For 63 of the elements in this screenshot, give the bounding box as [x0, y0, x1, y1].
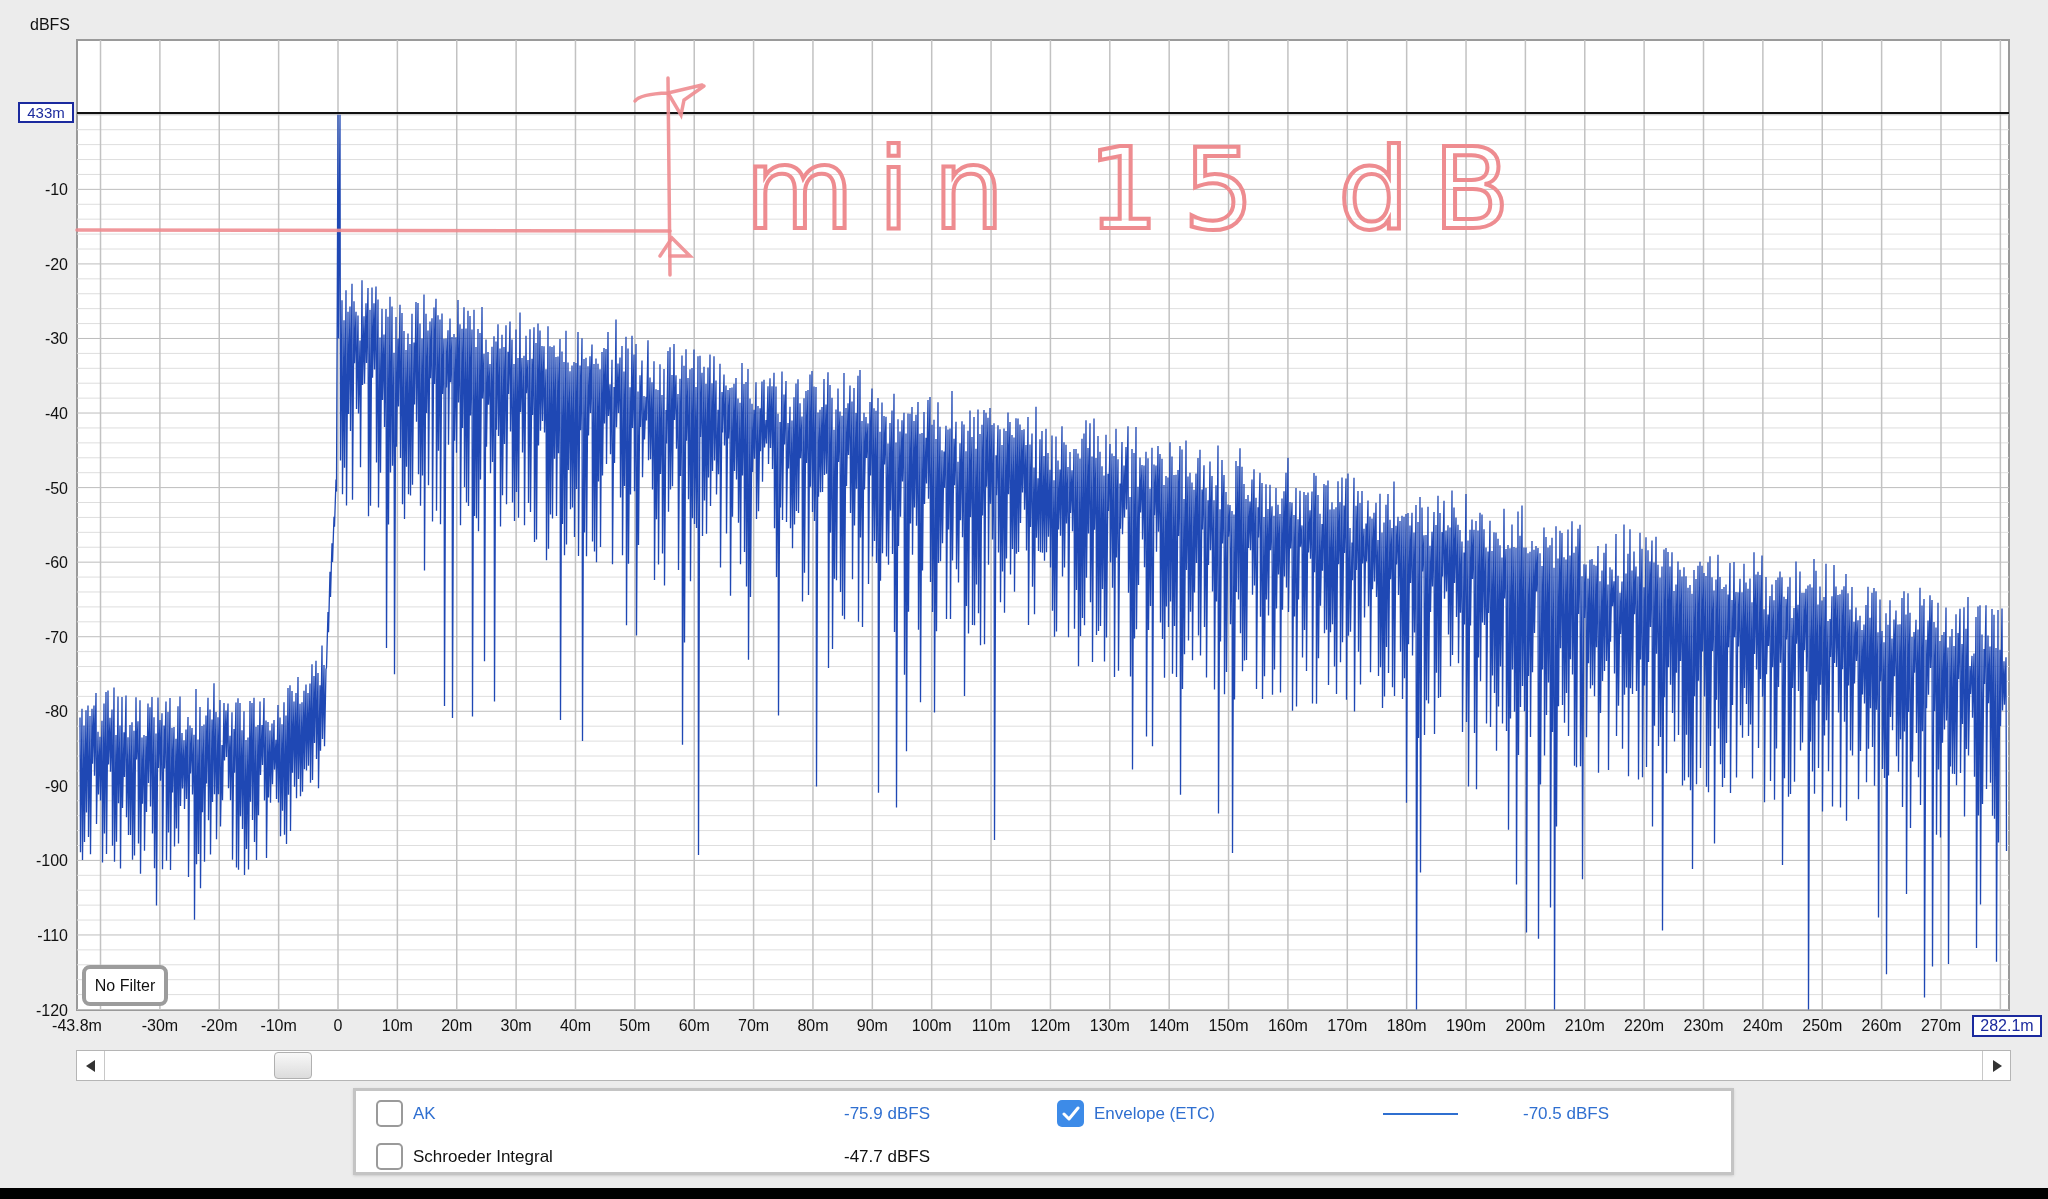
- checkbox[interactable]: [376, 1100, 403, 1127]
- axis-label: -30m: [141, 1017, 179, 1034]
- right-arrow-icon[interactable]: [1991, 1059, 2002, 1072]
- axis-label: -20m: [201, 1017, 238, 1034]
- axis-label: 10m: [381, 1017, 413, 1034]
- axis-label: -80: [44, 703, 68, 721]
- axis-label: 150m: [1208, 1017, 1249, 1034]
- axis-label: -20: [44, 255, 68, 273]
- axis-label: 20m: [441, 1017, 473, 1034]
- axis-label: 50m: [619, 1017, 651, 1034]
- trace-label: Schroeder Integral: [413, 1145, 553, 1168]
- handwritten-note: min 15 dB: [745, 124, 1534, 254]
- axis-label: -30: [44, 330, 68, 348]
- axis-label: 0: [333, 1017, 343, 1034]
- trace-label: AK: [413, 1102, 436, 1125]
- axis-label: 30m: [500, 1017, 532, 1034]
- cursor-value-label: 433m: [18, 102, 74, 123]
- axis-label: -70: [44, 628, 68, 646]
- checkbox[interactable]: [376, 1143, 403, 1170]
- axis-title: dBFS: [30, 16, 70, 33]
- axis-label: 190m: [1446, 1017, 1487, 1034]
- axis-label: -120: [35, 1001, 68, 1019]
- axis-label: 80m: [797, 1017, 829, 1034]
- axis-label: -100: [35, 852, 68, 870]
- axis-label: 60m: [678, 1017, 710, 1034]
- axis-label: -110: [37, 926, 68, 944]
- axis-label: -10m: [260, 1017, 297, 1034]
- axis-label: 40m: [559, 1017, 592, 1034]
- axis-label: 260m: [1861, 1017, 1902, 1034]
- axis-label: 210m: [1564, 1017, 1605, 1034]
- axis-label: 110m: [971, 1017, 1011, 1034]
- check-icon: [1061, 1105, 1080, 1122]
- axis-label: 180m: [1386, 1017, 1427, 1034]
- axis-label: -60: [44, 554, 68, 572]
- left-arrow-icon[interactable]: [85, 1059, 96, 1072]
- axis-label: 240m: [1742, 1017, 1783, 1034]
- axis-label: 170m: [1327, 1017, 1368, 1034]
- axis-label: 120m: [1030, 1017, 1071, 1034]
- trace-value: -47.7 dBFS: [844, 1146, 930, 1166]
- axis-label: 140m: [1149, 1017, 1190, 1034]
- scroll-thumb[interactable]: [274, 1052, 312, 1079]
- axis-label: 220m: [1624, 1017, 1665, 1034]
- axis-label: 270m: [1920, 1017, 1961, 1034]
- axis-label: 130m: [1089, 1017, 1130, 1034]
- axis-label: 90m: [856, 1017, 888, 1034]
- axis-label: -10: [44, 181, 68, 199]
- axis-end-label: 282.1m: [1972, 1015, 2042, 1037]
- trace-label: Envelope (ETC): [1094, 1102, 1215, 1125]
- trace-value: -75.9 dBFS: [844, 1103, 930, 1123]
- axis-label: 100m: [911, 1017, 952, 1034]
- axis-label: 250m: [1802, 1017, 1843, 1034]
- axis-label: 200m: [1505, 1017, 1546, 1034]
- axis-label: 70m: [738, 1017, 770, 1034]
- axis-label: -40: [44, 405, 68, 423]
- trace-value: -70.5 dBFS: [1523, 1103, 1609, 1123]
- axis-label: -50: [44, 479, 68, 497]
- checkbox[interactable]: [1057, 1100, 1084, 1127]
- axis-label: 160m: [1267, 1017, 1308, 1034]
- axis-label: -43.8m: [52, 1017, 102, 1034]
- axis-label: 230m: [1683, 1017, 1724, 1034]
- filter-button[interactable]: No Filter: [82, 965, 168, 1006]
- axis-label: -90: [44, 777, 68, 795]
- scrollbar[interactable]: [76, 1050, 2011, 1081]
